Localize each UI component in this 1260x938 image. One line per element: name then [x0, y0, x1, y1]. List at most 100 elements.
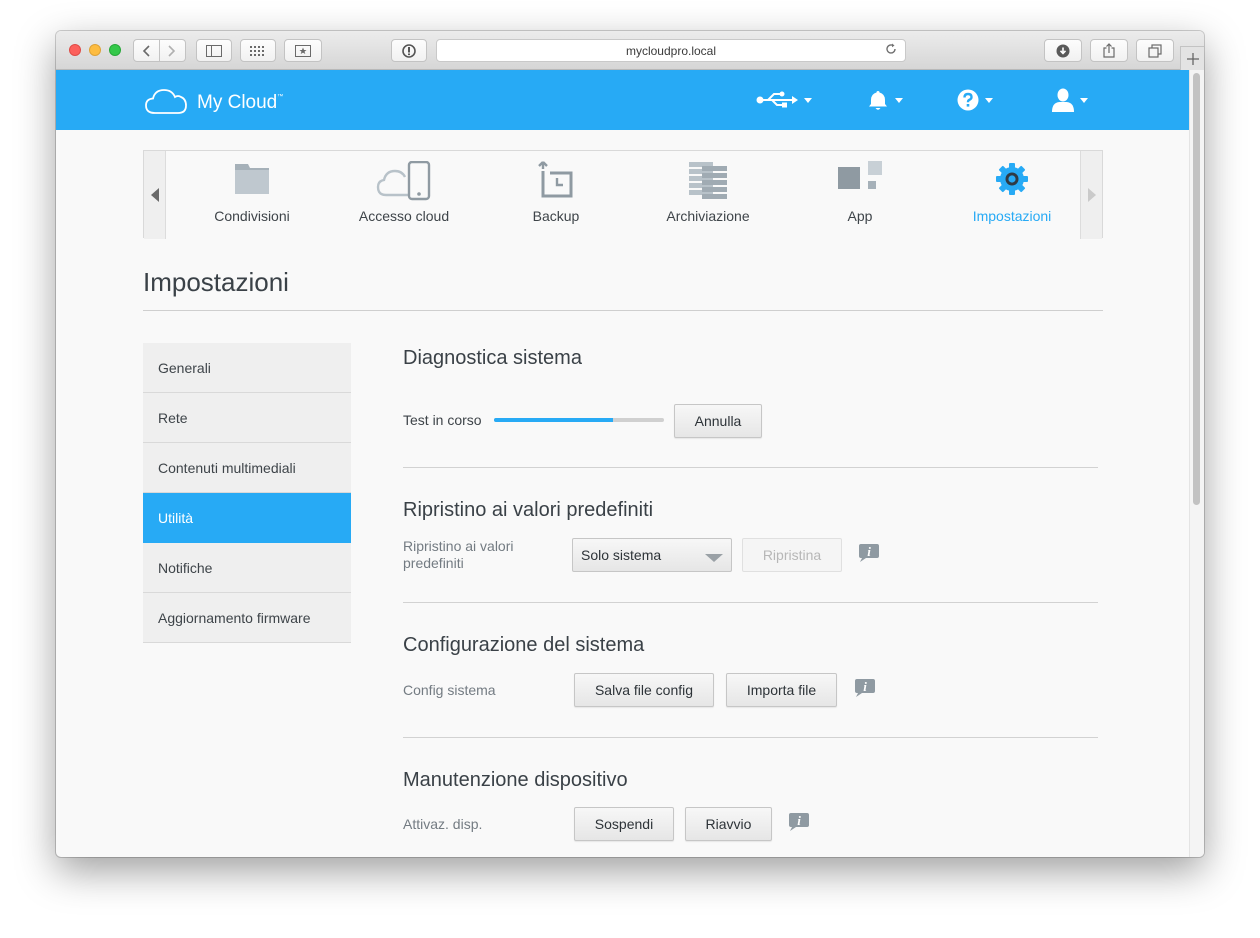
- sidebar-icon: [206, 44, 222, 57]
- divider: [403, 737, 1098, 738]
- sleep-button[interactable]: Sospendi: [574, 807, 674, 841]
- section-title-diagnostics: Diagnostica sistema: [403, 347, 582, 369]
- reboot-button[interactable]: Riavvio: [685, 807, 772, 841]
- info-tooltip-icon[interactable]: i: [854, 678, 876, 698]
- cloud-logo-icon: [145, 89, 187, 114]
- tab-impostazioni[interactable]: Impostazioni: [936, 151, 1088, 239]
- tab-backup[interactable]: Backup: [480, 151, 632, 239]
- top-sites-button[interactable]: [240, 39, 276, 62]
- info-tooltip-icon[interactable]: i: [858, 543, 880, 563]
- forward-button[interactable]: [159, 39, 186, 62]
- dropdown-arrow-icon: [705, 554, 723, 562]
- info-icon: [402, 43, 416, 58]
- sidebar-item-rete[interactable]: Rete: [143, 393, 351, 443]
- user-menu[interactable]: [1052, 88, 1088, 112]
- brand-name: My Cloud: [197, 92, 278, 113]
- sidebar-item-label: Rete: [158, 409, 188, 426]
- bell-icon: [869, 91, 887, 110]
- restore-button[interactable]: Ripristina: [742, 538, 842, 572]
- storage-icon: [689, 162, 727, 199]
- tabs-icon: [1148, 43, 1162, 58]
- sidebar-item-generali[interactable]: Generali: [143, 343, 351, 393]
- usb-menu[interactable]: [756, 89, 812, 111]
- chevron-down-icon: [895, 97, 903, 103]
- reload-button[interactable]: [885, 42, 897, 58]
- forward-icon: [168, 44, 176, 57]
- svg-text:i: i: [867, 544, 871, 559]
- close-window-button[interactable]: [69, 44, 81, 56]
- back-button[interactable]: [133, 39, 160, 62]
- user-icon: [1052, 88, 1074, 112]
- restore-label: Ripristino ai valori predefiniti: [403, 538, 513, 572]
- browser-toolbar: mycloudpro.local: [56, 31, 1204, 70]
- info-tooltip-icon[interactable]: i: [788, 812, 810, 832]
- maintenance-label: Attivaz. disp.: [403, 816, 483, 832]
- config-label: Config sistema: [403, 682, 496, 698]
- backup-icon: [538, 161, 573, 198]
- divider: [143, 310, 1103, 311]
- notifications-menu[interactable]: [867, 89, 903, 111]
- button-label: Sospendi: [594, 816, 654, 832]
- plus-icon: [1186, 53, 1199, 65]
- progress-fill: [494, 418, 613, 422]
- share-button[interactable]: [1090, 39, 1128, 62]
- share-icon: [1103, 43, 1115, 58]
- history-buttons: [133, 39, 186, 62]
- nav-scroll-left-button[interactable]: [144, 151, 166, 239]
- grid-icon: [250, 45, 264, 56]
- tabs-overview-button[interactable]: [1136, 39, 1174, 62]
- sidebar-item-contenuti-multimediali[interactable]: Contenuti multimediali: [143, 443, 351, 493]
- import-file-button[interactable]: Importa file: [726, 673, 837, 707]
- restore-type-select[interactable]: Solo sistema: [572, 538, 732, 572]
- svg-text:i: i: [863, 679, 867, 694]
- brand-logo[interactable]: My Cloud™: [197, 92, 283, 114]
- tab-label: Accesso cloud: [358, 208, 450, 224]
- save-config-button[interactable]: Salva file config: [574, 673, 714, 707]
- nav-scroll-right-button[interactable]: [1080, 151, 1102, 239]
- help-menu[interactable]: [957, 89, 993, 111]
- site-info-button[interactable]: [391, 39, 427, 62]
- sidebar-item-aggiornamento-firmware[interactable]: Aggiornamento firmware: [143, 593, 351, 643]
- sidebar-item-utilita[interactable]: Utilità: [143, 493, 351, 543]
- tab-condivisioni[interactable]: Condivisioni: [176, 151, 328, 239]
- button-label: Importa file: [746, 682, 817, 698]
- tab-label: Condivisioni: [214, 208, 290, 224]
- section-title-maintenance: Manutenzione dispositivo: [403, 769, 628, 791]
- main-nav: Condivisioni Accesso cloud Backup Archiv…: [143, 150, 1103, 239]
- tab-label: Impostazioni: [972, 208, 1052, 224]
- sidebar-item-label: Utilità: [158, 509, 194, 526]
- diagnostics-progress-bar: [494, 418, 664, 422]
- tab-label: Archiviazione: [666, 208, 750, 224]
- divider: [403, 467, 1098, 468]
- tab-label: App: [847, 208, 873, 224]
- chevron-down-icon: [804, 97, 812, 103]
- tab-archiviazione[interactable]: Archiviazione: [632, 151, 784, 239]
- chevron-down-icon: [985, 97, 993, 103]
- sidebar-toggle-button[interactable]: [196, 39, 232, 62]
- gear-icon: [996, 163, 1028, 195]
- tab-label: Backup: [532, 208, 580, 224]
- bookmarks-button[interactable]: [284, 39, 322, 62]
- section-title-restore: Ripristino ai valori predefiniti: [403, 499, 654, 521]
- back-icon: [143, 44, 150, 57]
- sidebar-item-label: Generali: [158, 359, 211, 376]
- scrollbar-thumb[interactable]: [1193, 73, 1200, 505]
- tab-accesso-cloud[interactable]: Accesso cloud: [328, 151, 480, 239]
- download-icon: [1056, 44, 1070, 57]
- usb-icon: [756, 91, 798, 108]
- restore-label-line: Ripristino ai valori: [403, 538, 514, 554]
- tab-app[interactable]: App: [784, 151, 936, 239]
- downloads-button[interactable]: [1044, 39, 1082, 62]
- arrow-right-icon: [1087, 188, 1096, 202]
- address-bar[interactable]: mycloudpro.local: [436, 39, 906, 62]
- new-tab-button[interactable]: [1180, 46, 1204, 70]
- cancel-button[interactable]: Annulla: [674, 404, 762, 438]
- sidebar-item-notifiche[interactable]: Notifiche: [143, 543, 351, 593]
- button-label: Annulla: [694, 413, 742, 429]
- select-value: Solo sistema: [581, 547, 662, 563]
- sidebar-item-label: Aggiornamento firmware: [158, 609, 311, 626]
- minimize-window-button[interactable]: [89, 44, 101, 56]
- url-text: mycloudpro.local: [625, 43, 717, 58]
- svg-text:i: i: [797, 813, 801, 828]
- zoom-window-button[interactable]: [109, 44, 121, 56]
